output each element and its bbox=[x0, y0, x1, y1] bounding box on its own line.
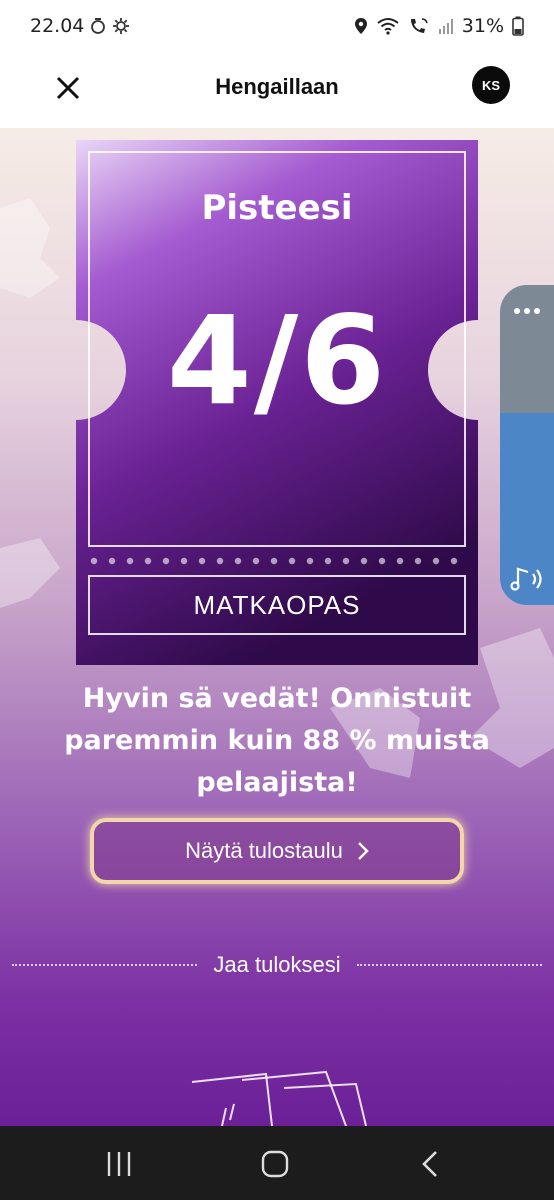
quiz-category: MATKAOPAS bbox=[193, 589, 361, 620]
timer-icon bbox=[91, 18, 105, 34]
share-divider: Jaa tuloksesi bbox=[12, 950, 542, 980]
system-nav-bar bbox=[0, 1126, 554, 1200]
app-header: Hengaillaan KS bbox=[0, 56, 554, 128]
postcards-illustration bbox=[191, 1070, 367, 1126]
wifi-calling-icon bbox=[410, 18, 428, 33]
status-time: 22.04 bbox=[30, 15, 85, 37]
signal-icon bbox=[438, 19, 453, 34]
battery-icon bbox=[512, 16, 524, 36]
back-icon bbox=[422, 1151, 437, 1177]
recent-apps-icon bbox=[107, 1152, 131, 1176]
score-ticket: Pisteesi 4/6 MATKAOPAS bbox=[76, 140, 478, 665]
show-leaderboard-button[interactable]: Näytä tulostaulu bbox=[90, 818, 464, 884]
location-icon bbox=[354, 18, 367, 34]
leaderboard-button-label: Näytä tulostaulu bbox=[185, 838, 343, 863]
score-value: 4/6 bbox=[166, 290, 388, 432]
battery-percent: 31% bbox=[461, 15, 504, 37]
back-button[interactable] bbox=[411, 1144, 451, 1184]
page-title: Hengaillaan bbox=[215, 74, 339, 99]
divider-line-right bbox=[356, 964, 542, 966]
chevron-right-icon bbox=[357, 842, 369, 860]
home-icon bbox=[261, 1150, 289, 1178]
status-icons-right: 31% bbox=[354, 15, 524, 37]
recent-apps-button[interactable] bbox=[99, 1144, 139, 1184]
status-bar: 22.04 31% bbox=[0, 0, 554, 56]
share-label: Jaa tuloksesi bbox=[213, 952, 341, 977]
score-title: Pisteesi bbox=[201, 188, 353, 228]
result-message: Hyvin sä vedät! Onnistuit paremmin kuin … bbox=[64, 683, 490, 798]
side-panel-top bbox=[500, 285, 554, 413]
more-dots-icon[interactable] bbox=[512, 305, 542, 317]
settings-gear-icon bbox=[113, 18, 129, 34]
status-icons-left bbox=[90, 17, 130, 35]
floating-side-panel bbox=[500, 285, 554, 605]
divider-line-left bbox=[12, 964, 198, 966]
home-button[interactable] bbox=[255, 1144, 295, 1184]
results-screen: Pisteesi 4/6 MATKAOPAS Hyvin sä vedät! O… bbox=[0, 128, 554, 1126]
wifi-icon bbox=[377, 18, 399, 35]
avatar[interactable]: KS bbox=[472, 66, 510, 104]
audio-note-icon[interactable] bbox=[508, 563, 548, 595]
